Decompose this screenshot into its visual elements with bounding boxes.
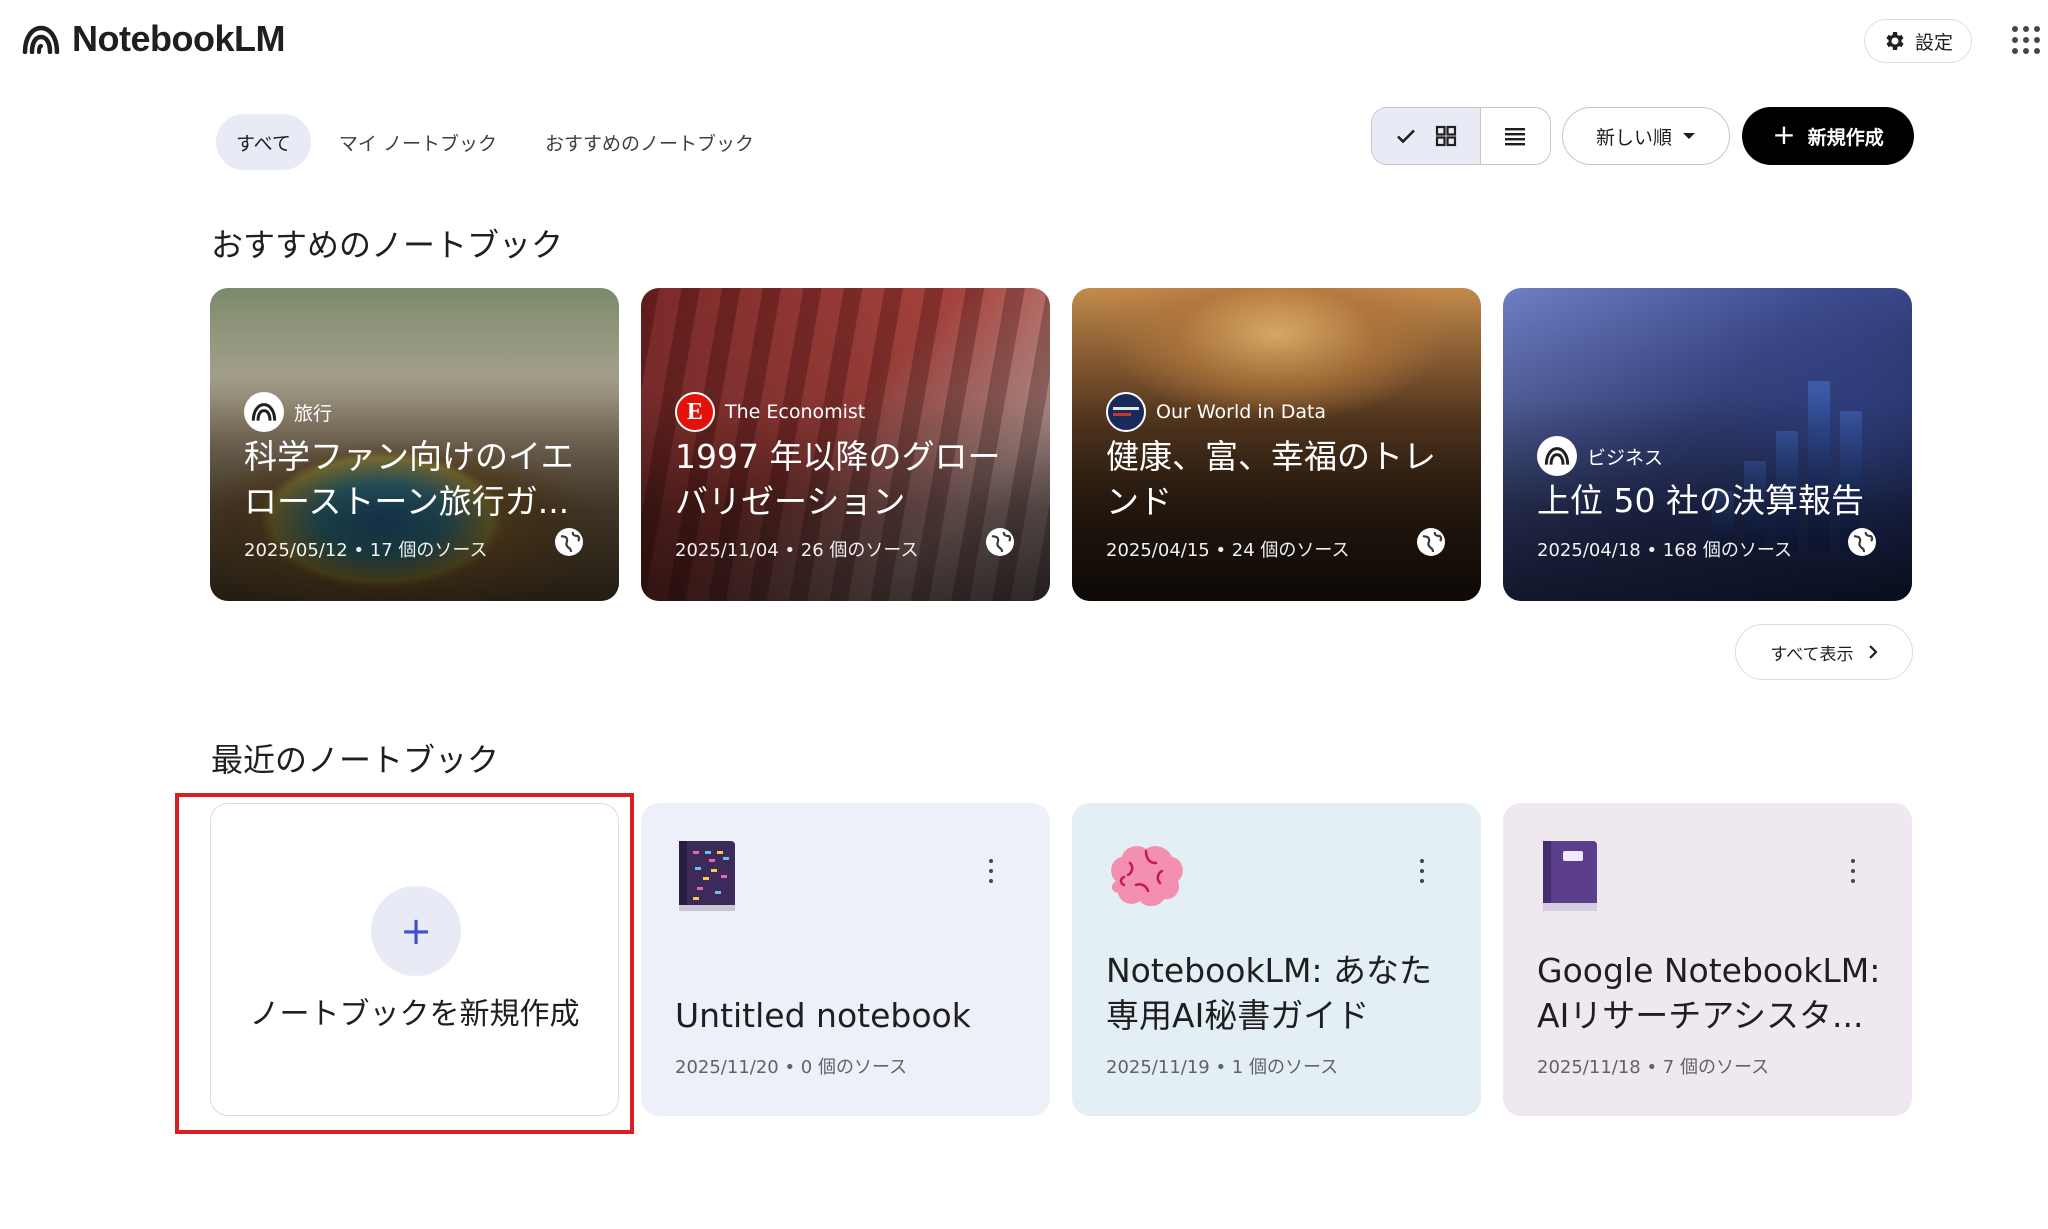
globe-icon xyxy=(1417,528,1445,556)
show-all-label: すべて表示 xyxy=(1770,644,1854,665)
notebook-title: Google NotebookLM: AIリサーチアシスタ... xyxy=(1537,951,1881,1035)
featured-card[interactable]: E The Economist 1997 年以降のグローバリゼーション 2025… xyxy=(641,288,1050,601)
notebook-card[interactable]: Untitled notebook 2025/11/20 • 0 個のソース xyxy=(641,803,1050,1116)
recent-section-title: 最近のノートブック xyxy=(211,741,500,779)
app-header: NotebookLM 設定 xyxy=(0,0,2048,82)
notebook-title: Untitled notebook xyxy=(675,996,971,1035)
tab-all[interactable]: すべて xyxy=(216,114,311,170)
notebook-emoji-icon xyxy=(679,841,735,911)
more-options-icon[interactable] xyxy=(1419,859,1425,883)
featured-card-meta: 2025/11/04 • 26 個のソース xyxy=(675,540,919,561)
plus-icon: + xyxy=(1772,117,1796,151)
tab-my-notebooks[interactable]: マイ ノートブック xyxy=(319,114,517,170)
featured-card-source: 旅行 xyxy=(244,392,332,432)
brain-emoji-icon xyxy=(1111,846,1183,907)
more-options-icon[interactable] xyxy=(1850,859,1856,883)
featured-card-source-label: ビジネス xyxy=(1587,446,1664,469)
featured-card-source-label: 旅行 xyxy=(294,402,333,425)
book-emoji-icon xyxy=(1543,841,1597,911)
app-name: NotebookLM xyxy=(72,18,285,59)
list-icon xyxy=(1505,128,1526,146)
notebook-title: NotebookLM: あなた専用AI秘書ガイド xyxy=(1106,951,1433,1035)
featured-section-title: おすすめのノートブック xyxy=(211,226,564,264)
show-all-button[interactable]: すべて表示 xyxy=(1735,624,1913,680)
featured-card-title: 健康、富、幸福のトレンド xyxy=(1106,437,1436,521)
featured-card-source: ビジネス xyxy=(1537,436,1663,476)
featured-card[interactable]: ビジネス 上位 50 社の決算報告 2025/04/18 • 168 個のソース xyxy=(1503,288,1912,601)
notebooklm-logo-icon xyxy=(22,25,60,54)
notebook-meta: 2025/11/20 • 0 個のソース xyxy=(675,1057,908,1078)
more-options-icon[interactable] xyxy=(988,859,994,883)
featured-card-source-label: The Economist xyxy=(725,401,866,423)
globe-icon xyxy=(1848,528,1876,556)
notebook-card[interactable]: NotebookLM: あなた専用AI秘書ガイド 2025/11/19 • 1 … xyxy=(1072,803,1481,1116)
globe-icon xyxy=(986,528,1014,556)
economist-logo-icon: E xyxy=(675,392,715,432)
sort-dropdown[interactable]: 新しい順 xyxy=(1562,107,1730,165)
notebooklm-logo-icon xyxy=(1537,436,1577,476)
new-label: 新規作成 xyxy=(1807,126,1884,149)
app-logo[interactable]: NotebookLM xyxy=(22,18,285,60)
notebook-meta: 2025/11/19 • 1 個のソース xyxy=(1106,1057,1339,1078)
featured-card[interactable]: Our World in Data 健康、富、幸福のトレンド 2025/04/1… xyxy=(1072,288,1481,601)
featured-card-title: 1997 年以降のグローバリゼーション xyxy=(675,437,1001,521)
featured-card-meta: 2025/05/12 • 17 個のソース xyxy=(244,540,488,561)
gear-icon xyxy=(1886,32,1904,50)
highlight-box xyxy=(175,793,634,1134)
check-icon xyxy=(1396,129,1415,144)
featured-card-title: 科学ファン向けのイエローストーン旅行ガ... xyxy=(244,437,574,521)
featured-card-meta: 2025/04/15 • 24 個のソース xyxy=(1106,540,1350,561)
caret-down-icon xyxy=(1683,133,1695,139)
featured-card[interactable]: 旅行 科学ファン向けのイエローストーン旅行ガ... 2025/05/12 • 1… xyxy=(210,288,619,601)
new-notebook-button[interactable]: + 新規作成 xyxy=(1742,107,1914,165)
owid-logo-icon xyxy=(1106,392,1146,432)
grid-view-button[interactable] xyxy=(1372,108,1481,164)
filter-tabs: すべて マイ ノートブック おすすめのノートブック xyxy=(216,114,774,170)
featured-card-source-label: Our World in Data xyxy=(1156,401,1327,423)
featured-notebooks: 旅行 科学ファン向けのイエローストーン旅行ガ... 2025/05/12 • 1… xyxy=(210,288,1912,601)
notebook-meta: 2025/11/18 • 7 個のソース xyxy=(1537,1057,1770,1078)
settings-button[interactable]: 設定 xyxy=(1864,19,1972,63)
settings-label: 設定 xyxy=(1914,31,1953,54)
grid-icon xyxy=(1435,125,1456,147)
featured-card-title: 上位 50 社の決算報告 xyxy=(1537,481,1864,520)
list-view-button[interactable] xyxy=(1481,108,1550,164)
apps-grid-icon[interactable] xyxy=(2012,26,2040,54)
featured-card-meta: 2025/04/18 • 168 個のソース xyxy=(1537,540,1792,561)
globe-icon xyxy=(555,528,583,556)
notebooklm-logo-icon xyxy=(244,392,284,432)
featured-card-source: Our World in Data xyxy=(1106,392,1326,432)
featured-card-source: E The Economist xyxy=(675,392,865,432)
notebook-card[interactable]: Google NotebookLM: AIリサーチアシスタ... 2025/11… xyxy=(1503,803,1912,1116)
chevron-right-icon xyxy=(1868,645,1878,659)
tab-featured-notebooks[interactable]: おすすめのノートブック xyxy=(525,114,774,170)
sort-label: 新しい順 xyxy=(1595,126,1672,149)
view-toggle xyxy=(1371,107,1551,165)
